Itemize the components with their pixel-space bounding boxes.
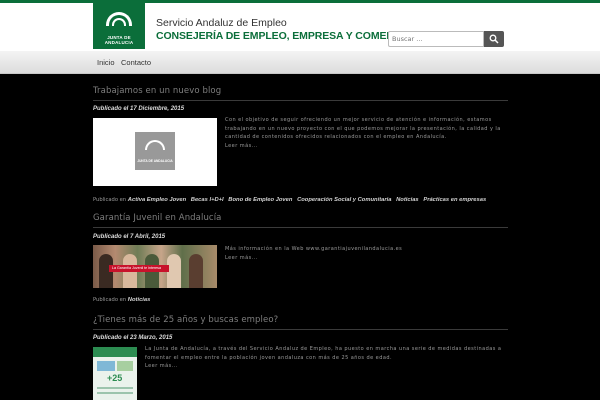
category-link[interactable]: Prácticas en empresas [423, 197, 486, 203]
category-link[interactable]: Noticias [396, 197, 419, 203]
search-icon [489, 34, 499, 44]
post-categories: Publicado en Activa Empleo Joven Becas I… [93, 197, 489, 203]
category-link[interactable]: Cooperación Social y Comunitaria [297, 197, 391, 203]
post-divider [93, 329, 508, 330]
main-nav: Inicio Contacto [0, 51, 600, 74]
search-button[interactable] [484, 31, 504, 47]
post-divider [93, 100, 508, 101]
post-title[interactable]: ¿Tienes más de 25 años y buscas empleo? [93, 315, 278, 325]
thumbnail-person [189, 254, 203, 288]
post-thumbnail[interactable]: +25 [93, 347, 137, 400]
thumbnail-heading: +25 [107, 373, 123, 383]
nav-item-inicio[interactable]: Inicio [97, 58, 115, 67]
nav-item-contacto[interactable]: Contacto [121, 58, 151, 67]
category-link[interactable]: Becas I+D+I [191, 197, 224, 203]
category-link[interactable]: Activa Empleo Joven [128, 197, 186, 203]
service-name: Servicio Andaluz de Empleo [156, 17, 287, 29]
post-title[interactable]: Trabajamos en un nuevo blog [93, 86, 221, 96]
thumbnail-line [97, 392, 133, 394]
department-name: CONSEJERÍA DE EMPLEO, EMPRESA Y COMERCIO [156, 30, 413, 42]
thumbnail-banner-text: La Garantía Juvenil te interesa [112, 266, 161, 270]
search-input[interactable] [388, 31, 484, 47]
post-thumbnail[interactable]: JUNTA DE ANDALUCIA [93, 118, 217, 186]
category-link[interactable]: Bono de Empleo Joven [228, 197, 292, 203]
logo-text: JUNTA DE ANDALUCIA [104, 35, 134, 45]
thumbnail-block [117, 361, 133, 371]
post-excerpt: Con el objetivo de seguir ofreciendo un … [225, 117, 501, 141]
post-title[interactable]: Garantía Juvenil en Andalucía [93, 213, 221, 223]
thumbnail-logo-icon: JUNTA DE ANDALUCIA [135, 132, 175, 170]
thumbnail-block [97, 361, 115, 371]
post-excerpt: Más información en la Web www.garantiaju… [225, 246, 403, 252]
thumbnail-arch-icon [145, 140, 165, 150]
site-header: JUNTA DE ANDALUCIA Servicio Andaluz de E… [0, 3, 600, 51]
post-date: Publicado el 23 Marzo, 2015 [93, 335, 173, 341]
category-link[interactable]: Noticias [128, 297, 151, 303]
junta-de-andalucia-logo[interactable]: JUNTA DE ANDALUCIA [93, 3, 145, 49]
post-thumbnail[interactable]: La Garantía Juvenil te interesa [93, 245, 217, 288]
search-form [388, 31, 504, 47]
thumbnail-banner: La Garantía Juvenil te interesa [109, 265, 169, 272]
thumbnail-person [167, 254, 181, 288]
post-date: Publicado el 7 Abril, 2015 [93, 234, 166, 240]
thumbnail-line [97, 387, 133, 389]
categories-label: Publicado en [93, 197, 127, 203]
read-more-link[interactable]: Leer más... [145, 363, 178, 369]
thumbnail-header [93, 347, 137, 357]
categories-label: Publicado en [93, 297, 127, 303]
thumbnail-logo-text: JUNTA DE ANDALUCIA [137, 159, 173, 163]
logo-inner-arch-icon [112, 18, 126, 26]
read-more-link[interactable]: Leer más... [225, 255, 258, 261]
read-more-link[interactable]: Leer más... [225, 143, 258, 149]
post-excerpt: La Junta de Andalucía, a través del Serv… [145, 346, 502, 361]
post-date: Publicado el 17 Diciembre, 2015 [93, 106, 185, 112]
post-categories: Publicado en Noticias [93, 297, 153, 303]
post-divider [93, 227, 508, 228]
